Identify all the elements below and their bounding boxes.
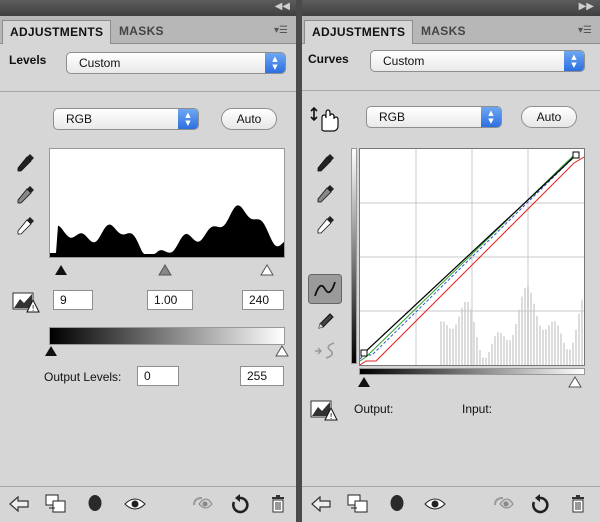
- clipping-warning-icon[interactable]: !: [12, 290, 40, 314]
- reset-icon[interactable]: [531, 494, 549, 514]
- channel-select[interactable]: RGB ▲ ▼: [366, 106, 502, 128]
- back-arrow-icon[interactable]: [311, 495, 331, 513]
- channel-value: RGB: [66, 112, 93, 126]
- preset-value: Custom: [79, 56, 121, 70]
- preset-value: Custom: [383, 54, 425, 68]
- white-point-eyedropper-icon[interactable]: [16, 215, 36, 235]
- gray-point-eyedropper-icon[interactable]: [16, 184, 36, 204]
- layer-mask-icon[interactable]: [87, 494, 103, 514]
- clip-to-layer-icon[interactable]: [45, 494, 67, 514]
- output-white-field[interactable]: 255: [240, 366, 284, 386]
- input-black-slider[interactable]: [54, 264, 68, 276]
- collapse-icon[interactable]: ▶▶: [579, 1, 594, 12]
- tab-adjustments[interactable]: ADJUSTMENTS: [304, 20, 414, 44]
- output-gradient-bar: [351, 148, 357, 364]
- previous-state-icon[interactable]: [191, 495, 213, 513]
- select-arrows-icon: ▲ ▼: [564, 51, 584, 71]
- separator: [0, 91, 296, 92]
- black-point-eyedropper-icon[interactable]: [316, 152, 336, 172]
- gray-point-eyedropper-icon[interactable]: [316, 183, 336, 203]
- delete-trash-icon[interactable]: [570, 494, 586, 514]
- reset-icon[interactable]: [231, 494, 249, 514]
- curves-plot: [359, 149, 585, 366]
- visibility-eye-icon[interactable]: [424, 497, 446, 511]
- output-levels-label: Output Levels:: [44, 370, 122, 384]
- curves-title: Curves: [308, 52, 349, 66]
- collapse-icon[interactable]: ◀◀: [275, 1, 290, 12]
- input-black-field[interactable]: 9: [53, 290, 93, 310]
- panel-tab-strip: ADJUSTMENTS MASKS ▾☰: [302, 16, 600, 44]
- white-point-eyedropper-icon[interactable]: [316, 214, 336, 234]
- curves-panel: ▶▶ ADJUSTMENTS MASKS ▾☰ Curves Custom ▲ ▼…: [302, 0, 600, 522]
- levels-panel: ◀◀ ADJUSTMENTS MASKS ▾☰ Levels Custom ▲ ▼…: [0, 0, 296, 522]
- preset-select[interactable]: Custom ▲ ▼: [66, 52, 286, 74]
- panel-footer: [0, 486, 296, 522]
- channel-value: RGB: [379, 110, 406, 124]
- previous-state-icon[interactable]: [492, 495, 514, 513]
- panel-tab-strip: ADJUSTMENTS MASKS ▾☰: [0, 16, 296, 44]
- output-black-slider[interactable]: [44, 345, 58, 357]
- input-gradient-bar: [359, 368, 585, 375]
- curves-graph[interactable]: [359, 148, 585, 366]
- black-point-eyedropper-icon[interactable]: [16, 152, 36, 172]
- output-white-slider[interactable]: [275, 345, 289, 357]
- input-gamma-slider[interactable]: [158, 264, 172, 276]
- visibility-eye-icon[interactable]: [124, 497, 146, 511]
- input-gamma-field[interactable]: 1.00: [147, 290, 193, 310]
- panel-titlebar[interactable]: ◀◀: [0, 0, 296, 16]
- select-arrows-icon: ▲ ▼: [178, 109, 198, 129]
- smooth-curve-icon[interactable]: [314, 341, 338, 361]
- svg-text:!: !: [330, 412, 333, 421]
- clipping-warning-icon[interactable]: !: [310, 398, 338, 422]
- select-arrows-icon: ▲ ▼: [265, 53, 285, 73]
- auto-button[interactable]: Auto: [521, 106, 577, 128]
- layer-mask-icon[interactable]: [389, 494, 405, 514]
- select-arrows-icon: ▲ ▼: [481, 107, 501, 127]
- tab-masks[interactable]: MASKS: [112, 20, 171, 44]
- levels-histogram: [49, 148, 285, 258]
- channel-select[interactable]: RGB ▲ ▼: [53, 108, 199, 130]
- panel-footer: [302, 486, 600, 522]
- input-white-slider[interactable]: [568, 376, 582, 388]
- tab-masks[interactable]: MASKS: [414, 20, 473, 44]
- tab-adjustments[interactable]: ADJUSTMENTS: [2, 20, 112, 44]
- panel-menu-icon[interactable]: ▾☰: [578, 25, 592, 36]
- preset-select[interactable]: Custom ▲ ▼: [370, 50, 585, 72]
- panel-titlebar[interactable]: ▶▶: [302, 0, 600, 16]
- pencil-tool-icon[interactable]: [316, 311, 336, 331]
- output-label: Output:: [354, 402, 394, 416]
- panel-menu-icon[interactable]: ▾☰: [274, 25, 288, 36]
- input-white-slider[interactable]: [260, 264, 274, 276]
- histogram-graph: [50, 205, 284, 257]
- back-arrow-icon[interactable]: [9, 495, 29, 513]
- svg-text:!: !: [32, 304, 35, 313]
- output-black-field[interactable]: 0: [137, 366, 179, 386]
- delete-trash-icon[interactable]: [270, 494, 286, 514]
- auto-button[interactable]: Auto: [221, 108, 277, 130]
- curve-point-tool-icon[interactable]: [308, 274, 342, 304]
- clip-to-layer-icon[interactable]: [347, 494, 369, 514]
- targeted-adjustment-hand-icon[interactable]: [310, 106, 340, 132]
- output-gradient-bar: [49, 327, 285, 345]
- separator: [302, 90, 600, 91]
- input-black-slider[interactable]: [357, 376, 371, 388]
- levels-title: Levels: [9, 53, 47, 67]
- input-label: Input:: [462, 402, 493, 416]
- input-white-field[interactable]: 240: [242, 290, 284, 310]
